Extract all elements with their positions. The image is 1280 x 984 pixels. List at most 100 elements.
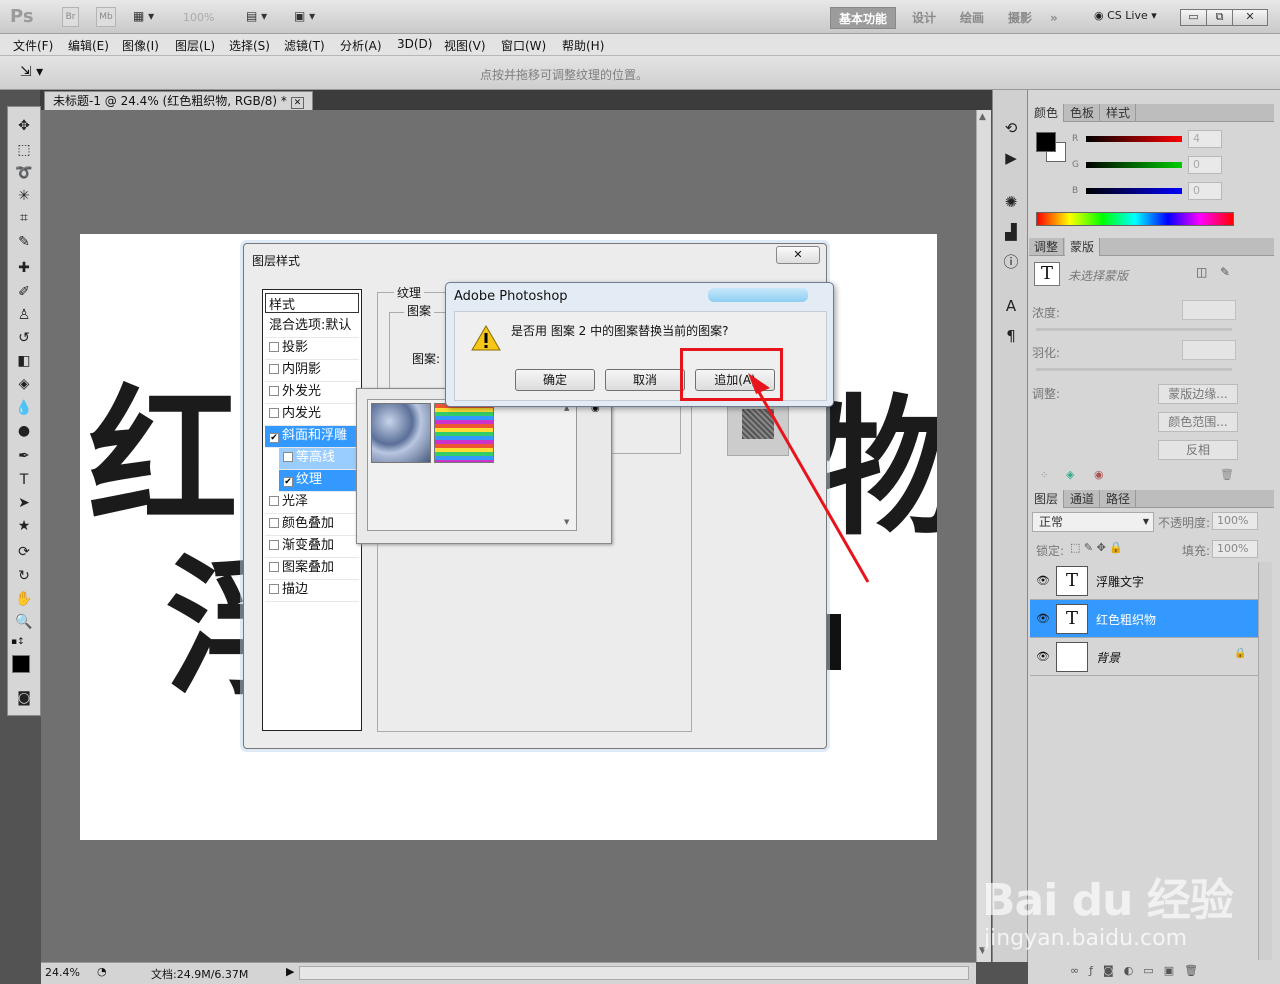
3d-orbit-tool-icon[interactable]: ↻	[11, 565, 37, 587]
density-slider[interactable]	[1036, 328, 1232, 331]
tab-color[interactable]: 颜色	[1029, 104, 1065, 122]
load-selection-icon[interactable]: ⁘	[1040, 470, 1048, 481]
info-panel-icon[interactable]: ⓘ	[999, 250, 1023, 274]
status-icon[interactable]: ◔	[97, 965, 107, 978]
layer-row-background[interactable]: 👁 背景 🔒	[1030, 638, 1258, 676]
ok-button[interactable]: 确定	[515, 369, 595, 391]
checkbox[interactable]	[269, 540, 279, 550]
green-value[interactable]: 0	[1188, 156, 1222, 174]
style-list-item[interactable]: 颜色叠加	[265, 514, 359, 536]
fill-value[interactable]: 100%	[1212, 540, 1258, 558]
pixel-mask-icon[interactable]: ◫	[1196, 265, 1207, 279]
zoom-tool-icon[interactable]: 🔍	[11, 611, 37, 633]
density-value[interactable]	[1182, 300, 1236, 320]
lasso-tool-icon[interactable]: ➰	[11, 162, 37, 184]
crop-tool-icon[interactable]: ⌗	[11, 207, 37, 229]
path-selection-tool-icon[interactable]: ➤	[11, 492, 37, 514]
style-list-item[interactable]: 投影	[265, 338, 359, 360]
close-tab-icon[interactable]: ✕	[290, 97, 305, 109]
visibility-eye-icon[interactable]: 👁	[1036, 612, 1050, 625]
view-extras-dropdown[interactable]: ▦ ▾	[133, 9, 165, 25]
red-value[interactable]: 4	[1188, 130, 1222, 148]
checkbox[interactable]	[269, 496, 279, 506]
zoom-level-dropdown[interactable]: 100%	[183, 11, 214, 24]
checkbox[interactable]	[269, 364, 279, 374]
actions-panel-icon[interactable]: ▶	[999, 146, 1023, 170]
menu-help[interactable]: 帮助(H)	[562, 37, 604, 54]
visibility-eye-icon[interactable]: 👁	[1036, 574, 1050, 587]
menu-image[interactable]: 图像(I)	[122, 37, 159, 54]
menu-3d[interactable]: 3D(D)	[397, 37, 432, 51]
style-list-item[interactable]: 描边	[265, 580, 359, 602]
style-list-item[interactable]: 外发光	[265, 382, 359, 404]
feather-value[interactable]	[1182, 340, 1236, 360]
history-brush-tool-icon[interactable]: ↺	[11, 327, 37, 349]
minimize-button[interactable]: ▭	[1180, 9, 1207, 26]
checkbox[interactable]	[269, 518, 279, 528]
paint-bucket-tool-icon[interactable]: ◈	[11, 373, 37, 395]
history-panel-icon[interactable]: ⟲	[999, 116, 1023, 140]
style-list-item[interactable]: 等高线	[279, 448, 359, 470]
tab-layers[interactable]: 图层	[1029, 490, 1065, 508]
shape-tool-icon[interactable]: ★	[11, 515, 37, 537]
style-list-item[interactable]: ✔ 斜面和浮雕	[265, 426, 359, 448]
menu-layer[interactable]: 图层(L)	[175, 37, 215, 54]
tab-swatches[interactable]: 色板	[1065, 104, 1101, 122]
color-range-button[interactable]: 颜色范围...	[1158, 412, 1238, 432]
status-zoom[interactable]: 24.4%	[45, 966, 80, 979]
quick-mask-icon[interactable]: ◙	[11, 687, 37, 709]
red-slider[interactable]	[1086, 136, 1182, 142]
layer-row[interactable]: 👁 T 浮雕文字	[1030, 562, 1258, 600]
style-list-item[interactable]: 内发光	[265, 404, 359, 426]
mini-bridge-button[interactable]: Mb	[96, 7, 116, 27]
vertical-scrollbar[interactable]: ▲ ▼	[976, 110, 991, 962]
workspace-photography[interactable]: 摄影	[1008, 7, 1032, 29]
menu-view[interactable]: 视图(V)	[444, 37, 486, 54]
blue-value[interactable]: 0	[1188, 182, 1222, 200]
menu-select[interactable]: 选择(S)	[229, 37, 270, 54]
histogram-panel-icon[interactable]: ▟	[999, 220, 1023, 244]
checkbox[interactable]	[283, 452, 293, 462]
menu-edit[interactable]: 编辑(E)	[68, 37, 109, 54]
style-list-item[interactable]: 图案叠加	[265, 558, 359, 580]
menu-file[interactable]: 文件(F)	[13, 37, 53, 54]
menu-analysis[interactable]: 分析(A)	[340, 37, 382, 54]
quick-select-tool-icon[interactable]: ✳	[11, 185, 37, 207]
layers-scrollbar[interactable]	[1258, 562, 1272, 960]
visibility-eye-icon[interactable]: 👁	[1036, 650, 1050, 663]
checkbox[interactable]	[269, 342, 279, 352]
checkbox[interactable]	[269, 386, 279, 396]
status-menu-arrow-icon[interactable]: ▶	[286, 965, 294, 978]
style-list-header[interactable]: 样式	[265, 293, 359, 313]
workspace-painting[interactable]: 绘画	[960, 7, 984, 29]
invert-button[interactable]: 反相	[1158, 440, 1238, 460]
opacity-value[interactable]: 100%	[1212, 512, 1258, 530]
clone-stamp-tool-icon[interactable]: ♙	[11, 304, 37, 326]
green-slider[interactable]	[1086, 162, 1182, 168]
tab-adjustments[interactable]: 调整	[1029, 238, 1065, 256]
move-tool-icon[interactable]: ✥	[11, 115, 37, 137]
blend-mode-select[interactable]: 正常 ▼	[1032, 512, 1154, 532]
style-list-item[interactable]: 混合选项:默认	[265, 316, 359, 338]
workspace-essentials[interactable]: 基本功能	[830, 7, 897, 29]
vector-mask-icon[interactable]: ✎	[1220, 265, 1230, 279]
eraser-tool-icon[interactable]: ◧	[11, 350, 37, 372]
layers-footer-icons[interactable]: ∞ƒ◙◐▭▣🗑	[1070, 964, 1208, 977]
pattern-swatch-rainbow[interactable]	[434, 403, 494, 463]
brush-tool-icon[interactable]: ✐	[11, 281, 37, 303]
close-window-button[interactable]: ✕	[1232, 9, 1268, 26]
disable-mask-icon[interactable]: ◉	[1094, 468, 1104, 481]
color-spectrum-ramp[interactable]	[1036, 212, 1234, 226]
dodge-tool-icon[interactable]: ●	[11, 420, 37, 442]
hand-tool-icon[interactable]: ✋	[11, 588, 37, 610]
document-tab[interactable]: 未标题-1 @ 24.4% (红色粗织物, RGB/8) * ✕	[44, 91, 314, 110]
checkbox[interactable]	[269, 562, 279, 572]
restore-button[interactable]: ⧉	[1206, 9, 1233, 26]
lock-icons[interactable]: ⬚ ✎ ✥ 🔒	[1070, 541, 1123, 554]
screen-mode-dropdown[interactable]: ▣ ▾	[294, 9, 315, 23]
move-tool-preset-icon[interactable]: ⇲ ▾	[20, 64, 43, 80]
menu-filter[interactable]: 滤镜(T)	[284, 37, 325, 54]
tab-masks[interactable]: 蒙版	[1065, 238, 1101, 256]
workspace-design[interactable]: 设计	[912, 7, 936, 29]
3d-panel-icon[interactable]: ✺	[999, 190, 1023, 214]
